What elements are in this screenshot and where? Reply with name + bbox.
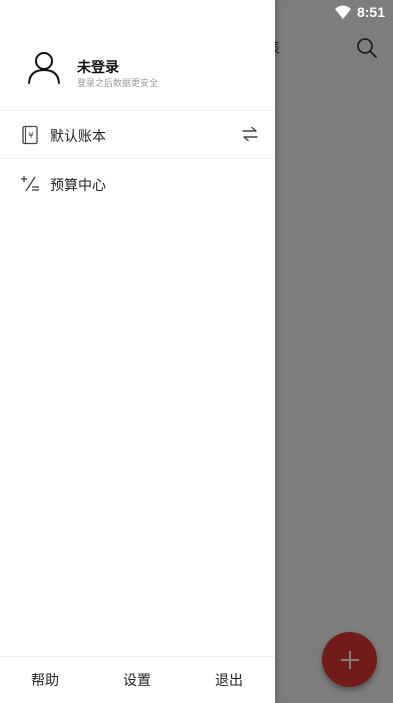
login-status-title: 未登录 <box>77 60 119 76</box>
menu-item-label: 默认账本 <box>50 129 106 145</box>
status-time: 8:51 <box>356 4 385 20</box>
svg-text:¥: ¥ <box>28 131 33 140</box>
person-icon <box>28 52 60 84</box>
menu-item-budget-center[interactable]: 预算中心 <box>0 160 275 208</box>
menu-item-label: 预算中心 <box>50 178 106 194</box>
menu-item-default-account-book[interactable]: ¥ 默认账本 <box>0 111 275 159</box>
settings-button[interactable]: 设置 <box>123 670 151 690</box>
status-bar: 8:51 <box>334 0 393 24</box>
wifi-icon <box>334 5 351 19</box>
login-status-subtitle: 登录之后数据更安全 <box>77 79 159 89</box>
account-book-icon: ¥ <box>22 125 38 145</box>
navigation-drawer: 未登录 登录之后数据更安全 ¥ 默认账本 预算中心 帮助 设置 退出 <box>0 0 275 703</box>
drawer-header[interactable]: 未登录 登录之后数据更安全 <box>0 0 275 111</box>
help-button[interactable]: 帮助 <box>31 670 59 690</box>
drawer-footer: 帮助 设置 退出 <box>0 656 275 703</box>
swap-icon[interactable] <box>241 125 259 143</box>
exit-button[interactable]: 退出 <box>215 670 243 690</box>
budget-icon <box>21 176 39 192</box>
